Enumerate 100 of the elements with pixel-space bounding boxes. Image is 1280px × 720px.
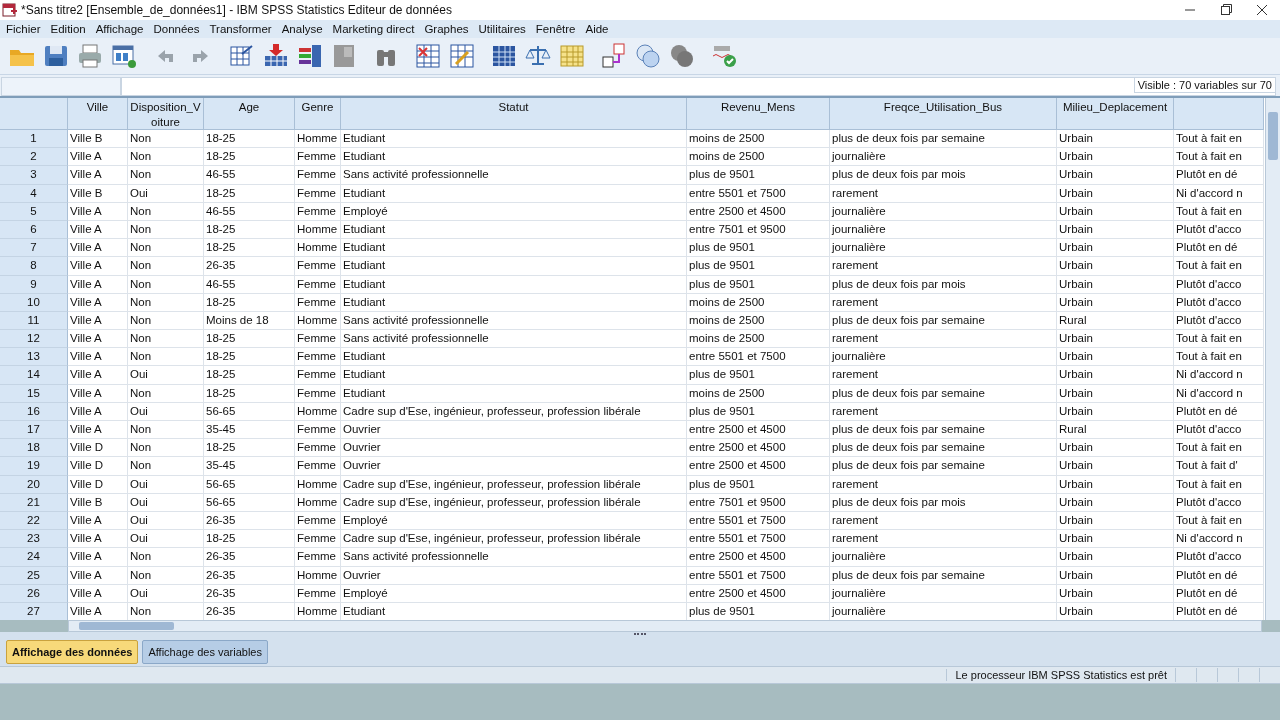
table-cell[interactable]: moins de 2500 (687, 311, 830, 331)
table-cell[interactable]: Femme (295, 275, 341, 294)
scrollbar-thumb[interactable] (1268, 112, 1278, 160)
table-cell[interactable]: Etudiant (341, 275, 687, 294)
table-cell[interactable]: rarement (830, 293, 1057, 312)
table-cell[interactable]: Rural (1057, 421, 1174, 440)
table-cell[interactable]: rarement (830, 330, 1057, 349)
table-cell[interactable]: Plutôt d'acco (1174, 220, 1264, 240)
table-cell[interactable]: plus de 9501 (687, 402, 830, 421)
row-number[interactable]: 12 (0, 330, 68, 349)
table-cell[interactable]: Etudiant (341, 257, 687, 276)
row-number[interactable]: 19 (0, 457, 68, 476)
row-number[interactable]: 7 (0, 239, 68, 258)
table-cell[interactable]: Femme (295, 257, 341, 276)
table-cell[interactable]: Non (128, 202, 204, 221)
table-cell[interactable]: Urbain (1057, 548, 1174, 567)
table-cell[interactable]: 18-25 (204, 348, 295, 367)
table-cell[interactable]: rarement (830, 257, 1057, 276)
table-cell[interactable]: Urbain (1057, 275, 1174, 294)
table-cell[interactable]: moins de 2500 (687, 330, 830, 349)
row-number[interactable]: 18 (0, 439, 68, 458)
table-cell[interactable]: Non (128, 384, 204, 403)
vertical-scrollbar[interactable] (1265, 98, 1280, 620)
table-cell[interactable]: Ville A (68, 421, 128, 440)
table-cell[interactable]: Ville D (68, 457, 128, 476)
table-cell[interactable]: Plutôt en dé (1174, 166, 1264, 185)
table-cell[interactable]: Plutôt d'acco (1174, 548, 1264, 567)
table-cell[interactable]: Plutôt d'acco (1174, 493, 1264, 512)
table-cell[interactable]: Oui (128, 475, 204, 494)
table-cell[interactable]: Ville A (68, 275, 128, 294)
table-cell[interactable]: Ville A (68, 239, 128, 258)
table-cell[interactable]: moins de 2500 (687, 148, 830, 167)
table-cell[interactable]: entre 7501 et 9500 (687, 220, 830, 240)
table-cell[interactable]: 18-25 (204, 293, 295, 312)
table-cell[interactable]: Cadre sup d'Ese, ingénieur, professeur, profession libérale (341, 493, 687, 512)
table-cell[interactable]: Sans activité professionnelle (341, 311, 687, 331)
table-cell[interactable]: Ville A (68, 220, 128, 240)
table-cell[interactable]: rarement (830, 511, 1057, 531)
cell-value-field[interactable] (121, 76, 1276, 96)
table-cell[interactable]: Ville A (68, 348, 128, 367)
table-cell[interactable]: Ville A (68, 548, 128, 567)
table-cell[interactable]: plus de deux fois par mois (830, 493, 1057, 512)
table-cell[interactable]: Sans activité professionnelle (341, 548, 687, 567)
table-cell[interactable]: plus de 9501 (687, 166, 830, 185)
table-cell[interactable]: Urbain (1057, 330, 1174, 349)
table-cell[interactable]: Sans activité professionnelle (341, 166, 687, 185)
table-cell[interactable]: plus de deux fois par semaine (830, 421, 1057, 440)
table-cell[interactable]: Homme (295, 566, 341, 585)
table-cell[interactable]: 26-35 (204, 511, 295, 531)
table-cell[interactable]: Tout à fait d' (1174, 457, 1264, 476)
menu-item[interactable]: Utilitaires (474, 23, 532, 35)
table-cell[interactable]: Non (128, 275, 204, 294)
table-cell[interactable]: 56-65 (204, 402, 295, 421)
table-cell[interactable]: 18-25 (204, 439, 295, 458)
column-header[interactable]: Revenu_Mens (687, 98, 830, 130)
table-cell[interactable]: Ville A (68, 257, 128, 276)
table-cell[interactable]: Etudiant (341, 130, 687, 149)
table-cell[interactable]: Non (128, 130, 204, 149)
table-cell[interactable]: 18-25 (204, 239, 295, 258)
table-cell[interactable]: plus de 9501 (687, 239, 830, 258)
table-cell[interactable]: Femme (295, 293, 341, 312)
table-cell[interactable]: Ville A (68, 366, 128, 385)
table-cell[interactable]: Oui (128, 184, 204, 203)
table-cell[interactable]: entre 5501 et 7500 (687, 530, 830, 549)
table-cell[interactable]: Ville A (68, 384, 128, 403)
table-cell[interactable]: journalière (830, 239, 1057, 258)
table-cell[interactable]: Ville A (68, 148, 128, 167)
table-cell[interactable]: Oui (128, 366, 204, 385)
table-cell[interactable]: Urbain (1057, 202, 1174, 221)
table-cell[interactable]: Ville A (68, 330, 128, 349)
table-cell[interactable]: plus de 9501 (687, 275, 830, 294)
overlapping-circles-icon[interactable] (668, 42, 696, 70)
menu-item[interactable]: Affichage (91, 23, 150, 35)
table-cell[interactable]: Femme (295, 511, 341, 531)
table-cell[interactable]: Urbain (1057, 439, 1174, 458)
menu-item[interactable]: Graphes (420, 23, 475, 35)
table-cell[interactable]: Non (128, 220, 204, 240)
table-cell[interactable]: Ni d'accord n (1174, 530, 1264, 549)
table-cell[interactable]: rarement (830, 184, 1057, 203)
table-cell[interactable]: Tout à fait en (1174, 148, 1264, 167)
table-cell[interactable]: entre 2500 et 4500 (687, 202, 830, 221)
columns-icon[interactable] (296, 42, 324, 70)
menu-item[interactable]: Aide (581, 23, 615, 35)
table-cell[interactable]: 35-45 (204, 457, 295, 476)
table-cell[interactable]: 18-25 (204, 220, 295, 240)
table-cell[interactable]: journalière (830, 584, 1057, 603)
table-cell[interactable]: journalière (830, 220, 1057, 240)
table-cell[interactable]: Plutôt en dé (1174, 402, 1264, 421)
table-cell[interactable]: Ouvrier (341, 421, 687, 440)
row-number[interactable]: 8 (0, 257, 68, 276)
table-cell[interactable]: Urbain (1057, 511, 1174, 531)
table-cell[interactable]: 26-35 (204, 257, 295, 276)
table-cell[interactable]: Tout à fait en (1174, 257, 1264, 276)
table-cell[interactable]: Ville B (68, 493, 128, 512)
row-number[interactable]: 17 (0, 421, 68, 440)
table-cell[interactable]: Urbain (1057, 584, 1174, 603)
table-cell[interactable]: Ville A (68, 566, 128, 585)
table-cell[interactable]: plus de 9501 (687, 475, 830, 494)
table-cell[interactable]: Homme (295, 220, 341, 240)
cell-reference-field[interactable] (1, 76, 121, 96)
